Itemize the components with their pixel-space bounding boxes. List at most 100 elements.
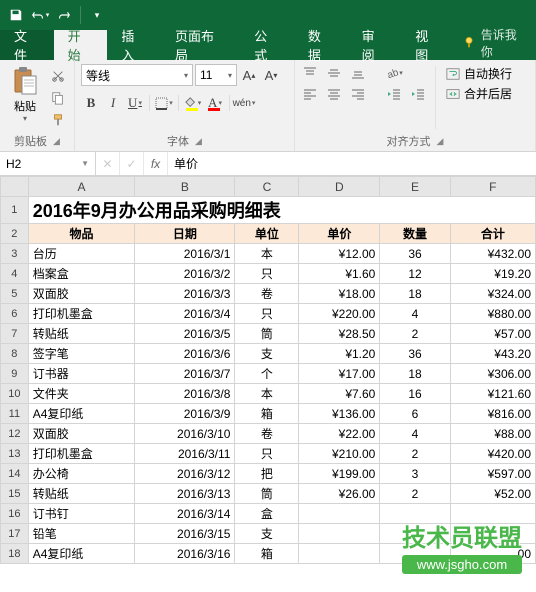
row-header[interactable]: 8 (1, 344, 29, 364)
cell[interactable]: 18 (380, 364, 450, 384)
wrap-text-button[interactable]: 自动换行 (444, 64, 514, 83)
cell[interactable] (380, 524, 450, 544)
cell[interactable]: 2016/3/6 (135, 344, 235, 364)
cell[interactable]: 箱 (235, 404, 299, 424)
increase-indent-icon[interactable] (409, 85, 427, 103)
cell[interactable]: 只 (235, 304, 299, 324)
cell[interactable]: 2016/3/11 (135, 444, 235, 464)
col-header[interactable]: E (380, 177, 450, 197)
cell[interactable]: 单价 (299, 224, 380, 244)
cell[interactable]: 转贴纸 (28, 484, 135, 504)
row-header[interactable]: 4 (1, 264, 29, 284)
name-box[interactable]: H2▼ (0, 152, 96, 175)
cell[interactable]: ¥420.00 (450, 444, 535, 464)
font-color-button[interactable]: A▾ (205, 93, 225, 113)
tab-insert[interactable]: 插入 (107, 30, 161, 60)
cell[interactable]: 办公椅 (28, 464, 135, 484)
row-header[interactable]: 9 (1, 364, 29, 384)
tab-data[interactable]: 数据 (294, 30, 348, 60)
cell[interactable]: ¥28.50 (299, 324, 380, 344)
cell[interactable]: 把 (235, 464, 299, 484)
cell[interactable]: 2016年9月办公用品采购明细表 (28, 197, 535, 224)
font-name-combo[interactable]: 等线▾ (81, 64, 193, 86)
cell[interactable]: ¥18.00 (299, 284, 380, 304)
row-header[interactable]: 3 (1, 244, 29, 264)
col-header[interactable]: D (299, 177, 380, 197)
row-header[interactable]: 6 (1, 304, 29, 324)
cell[interactable]: 本 (235, 384, 299, 404)
cell[interactable]: 只 (235, 444, 299, 464)
col-header[interactable]: B (135, 177, 235, 197)
cell[interactable]: 2016/3/12 (135, 464, 235, 484)
save-icon[interactable] (6, 5, 26, 25)
cell[interactable]: ¥432.00 (450, 244, 535, 264)
cell[interactable]: 2016/3/2 (135, 264, 235, 284)
tell-me[interactable]: 告诉我你 (455, 26, 536, 60)
cell[interactable]: 6 (380, 404, 450, 424)
format-painter-icon[interactable] (48, 110, 68, 130)
row-header[interactable]: 2 (1, 224, 29, 244)
cell[interactable]: 文件夹 (28, 384, 135, 404)
tab-view[interactable]: 视图 (401, 30, 455, 60)
cell[interactable]: 单位 (235, 224, 299, 244)
select-all-corner[interactable] (1, 177, 29, 197)
cell[interactable]: 2016/3/4 (135, 304, 235, 324)
cell[interactable]: ¥52.00 (450, 484, 535, 504)
cell[interactable]: ¥22.00 (299, 424, 380, 444)
cell[interactable]: ¥12.00 (299, 244, 380, 264)
cell[interactable]: 36 (380, 344, 450, 364)
cell[interactable]: 个 (235, 364, 299, 384)
cell[interactable]: 箱 (235, 544, 299, 564)
tab-file[interactable]: 文件 (0, 30, 54, 60)
cell[interactable]: ¥210.00 (299, 444, 380, 464)
fx-icon[interactable]: fx (144, 152, 168, 175)
cell[interactable]: ¥1.20 (299, 344, 380, 364)
row-header[interactable]: 10 (1, 384, 29, 404)
cell[interactable]: 订书钉 (28, 504, 135, 524)
cell[interactable]: ¥43.20 (450, 344, 535, 364)
cell[interactable]: 2016/3/1 (135, 244, 235, 264)
underline-button[interactable]: U▾ (125, 93, 145, 113)
align-bottom-icon[interactable] (349, 64, 367, 82)
cell[interactable]: 支 (235, 524, 299, 544)
cell[interactable]: 筒 (235, 484, 299, 504)
cell[interactable]: ¥306.00 (450, 364, 535, 384)
cell[interactable] (380, 504, 450, 524)
cell[interactable] (299, 504, 380, 524)
cell[interactable]: ¥17.00 (299, 364, 380, 384)
cell[interactable] (299, 544, 380, 564)
cell[interactable]: 物品 (28, 224, 135, 244)
row-header[interactable]: 17 (1, 524, 29, 544)
cell[interactable]: 2016/3/5 (135, 324, 235, 344)
cell[interactable]: ¥597.00 (450, 464, 535, 484)
row-header[interactable]: 18 (1, 544, 29, 564)
row-header[interactable]: 11 (1, 404, 29, 424)
clipboard-launcher-icon[interactable]: ◢ (53, 136, 60, 147)
cell[interactable] (380, 544, 450, 564)
cell[interactable]: A4复印纸 (28, 404, 135, 424)
cell[interactable]: 4 (380, 304, 450, 324)
cell[interactable]: ¥57.00 (450, 324, 535, 344)
formula-input[interactable]: 单价 (168, 155, 536, 172)
cell[interactable]: 2016/3/15 (135, 524, 235, 544)
cell[interactable]: 打印机墨盒 (28, 444, 135, 464)
cell[interactable]: ¥816.00 (450, 404, 535, 424)
cell[interactable]: ¥136.00 (299, 404, 380, 424)
cell[interactable]: 双面胶 (28, 284, 135, 304)
cell[interactable]: 卷 (235, 284, 299, 304)
cell[interactable]: ¥19.20 (450, 264, 535, 284)
cell[interactable]: .00 (450, 544, 535, 564)
row-header[interactable]: 5 (1, 284, 29, 304)
cell[interactable]: ¥121.60 (450, 384, 535, 404)
border-button[interactable]: ▾ (154, 93, 174, 113)
cell[interactable]: 2 (380, 324, 450, 344)
cell[interactable]: 订书器 (28, 364, 135, 384)
increase-font-icon[interactable]: A▴ (239, 65, 259, 85)
paste-button[interactable]: 粘贴 ▾ (6, 64, 44, 125)
cell[interactable]: 2 (380, 444, 450, 464)
cell[interactable]: 双面胶 (28, 424, 135, 444)
cell[interactable]: 签字笔 (28, 344, 135, 364)
copy-icon[interactable] (48, 88, 68, 108)
cell[interactable]: 转贴纸 (28, 324, 135, 344)
orientation-icon[interactable]: ab▾ (385, 64, 403, 82)
